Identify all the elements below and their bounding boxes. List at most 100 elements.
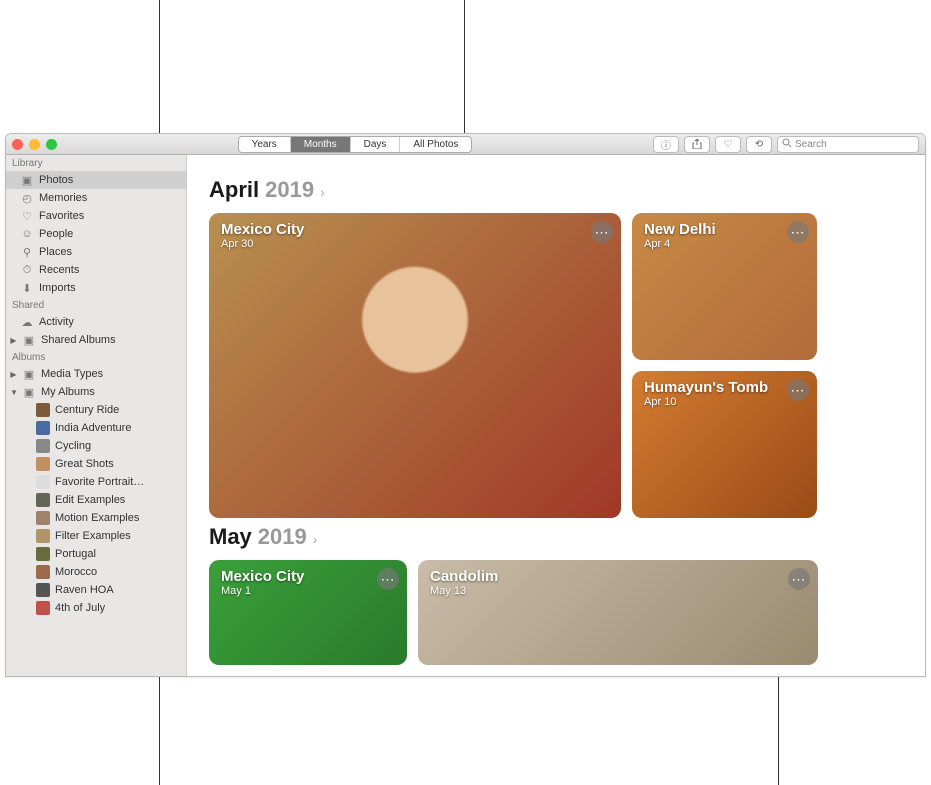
card-label: CandolimMay 13 <box>430 568 498 597</box>
sidebar-item-label: Photos <box>39 174 73 186</box>
sidebar-item-media-types[interactable]: ▶▣Media Types <box>6 365 186 383</box>
album-thumbnail-icon <box>36 421 50 435</box>
album-filter-examples[interactable]: Filter Examples <box>6 527 186 545</box>
sidebar-item-label: Favorites <box>39 210 84 222</box>
photo-card[interactable]: Humayun's TombApr 10⋯ <box>632 371 817 518</box>
card-date: Apr 10 <box>644 396 768 408</box>
album-thumbnail-icon <box>36 457 50 471</box>
photos-icon: ▣ <box>20 173 34 187</box>
sidebar-item-label: Places <box>39 246 72 258</box>
sidebar-item-memories[interactable]: ◴Memories <box>6 189 186 207</box>
album-label: 4th of July <box>55 602 105 614</box>
main-content: April2019›Mexico CityApr 30⋯New DelhiApr… <box>187 155 925 676</box>
month-header[interactable]: May2019› <box>209 524 903 550</box>
share-button[interactable] <box>684 136 710 153</box>
album-thumbnail-icon <box>36 439 50 453</box>
tab-all-photos[interactable]: All Photos <box>400 137 471 152</box>
album-edit-examples[interactable]: Edit Examples <box>6 491 186 509</box>
more-button[interactable]: ⋯ <box>788 568 810 590</box>
photo-grid: Mexico CityApr 30⋯New DelhiApr 4⋯Humayun… <box>209 213 903 518</box>
album-label: Filter Examples <box>55 530 131 542</box>
month-label: April <box>209 177 259 203</box>
sidebar-item-label: Recents <box>39 264 79 276</box>
folder-icon: ▣ <box>22 385 36 399</box>
sidebar-item-shared-albums[interactable]: ▶ ▣ Shared Albums <box>6 331 186 349</box>
album-century-ride[interactable]: Century Ride <box>6 401 186 419</box>
chevron-right-icon: › <box>320 184 325 200</box>
card-label: Mexico CityApr 30 <box>221 221 304 250</box>
album-thumbnail-icon <box>36 547 50 561</box>
clock-icon: ◴ <box>20 191 34 205</box>
album-label: Portugal <box>55 548 96 560</box>
album-great-shots[interactable]: Great Shots <box>6 455 186 473</box>
album-thumbnail-icon <box>36 529 50 543</box>
zoom-button[interactable] <box>46 139 57 150</box>
card-date: May 13 <box>430 585 498 597</box>
sidebar-item-recents[interactable]: ⏱ Recents <box>6 261 186 279</box>
sidebar-item-photos[interactable]: ▣ Photos <box>6 171 186 189</box>
search-icon <box>782 138 792 151</box>
album-morocco[interactable]: Morocco <box>6 563 186 581</box>
close-button[interactable] <box>12 139 23 150</box>
search-placeholder: Search <box>795 139 827 150</box>
chevron-right-icon: › <box>313 531 318 547</box>
disclosure-triangle-icon[interactable]: ▶ <box>10 336 17 345</box>
search-field[interactable]: Search <box>777 136 919 153</box>
album-raven-hoa[interactable]: Raven HOA <box>6 581 186 599</box>
album-motion-examples[interactable]: Motion Examples <box>6 509 186 527</box>
sidebar: Library ▣ Photos ◴Memories♡Favorites☺People… <box>6 155 187 676</box>
tab-months[interactable]: Months <box>291 137 351 152</box>
rotate-button[interactable]: ⟲ <box>746 136 772 153</box>
sidebar-item-places[interactable]: ⚲ Places <box>6 243 186 261</box>
album-cycling[interactable]: Cycling <box>6 437 186 455</box>
info-button[interactable]: ⓘ <box>653 136 679 153</box>
sidebar-item-label: Media Types <box>41 368 103 380</box>
album-thumbnail-icon <box>36 583 50 597</box>
disclosure-triangle-icon[interactable]: ▼ <box>10 388 17 397</box>
more-button[interactable]: ⋯ <box>787 221 809 243</box>
card-title: Mexico City <box>221 221 304 238</box>
folder-icon: ▣ <box>22 333 36 347</box>
sidebar-item-label: My Albums <box>41 386 95 398</box>
minimize-button[interactable] <box>29 139 40 150</box>
album-india-adventure[interactable]: India Adventure <box>6 419 186 437</box>
sidebar-item-imports[interactable]: ⬇Imports <box>6 279 186 297</box>
recent-icon: ⏱ <box>20 263 34 277</box>
photo-card[interactable]: New DelhiApr 4 ⋯ <box>632 213 817 360</box>
sidebar-item-label: Shared Albums <box>41 334 116 346</box>
more-button[interactable]: ⋯ <box>591 221 613 243</box>
sidebar-section-shared: Shared <box>6 297 186 313</box>
card-label: Mexico CityMay 1 <box>221 568 304 597</box>
app-window: YearsMonthsDaysAll Photos ⓘ ♡ ⟲ Search L… <box>5 133 926 677</box>
tab-years[interactable]: Years <box>239 137 291 152</box>
album-4th-of-july[interactable]: 4th of July <box>6 599 186 617</box>
tab-days[interactable]: Days <box>351 137 401 152</box>
sidebar-section-library: Library <box>6 155 186 171</box>
more-button[interactable]: ⋯ <box>377 568 399 590</box>
card-label: New DelhiApr 4 <box>644 221 716 250</box>
import-icon: ⬇ <box>20 281 34 295</box>
year-label: 2019 <box>265 177 314 203</box>
disclosure-triangle-icon[interactable]: ▶ <box>10 370 17 379</box>
card-title: Candolim <box>430 568 498 585</box>
year-label: 2019 <box>258 524 307 550</box>
album-thumbnail-icon <box>36 403 50 417</box>
photo-card[interactable]: CandolimMay 13 ⋯ <box>418 560 818 665</box>
sidebar-item-people[interactable]: ☺People <box>6 225 186 243</box>
album-thumbnail-icon <box>36 511 50 525</box>
album-label: India Adventure <box>55 422 131 434</box>
album-label: Edit Examples <box>55 494 125 506</box>
album-favorite-portrait-[interactable]: Favorite Portrait… <box>6 473 186 491</box>
card-date: Apr 30 <box>221 238 304 250</box>
month-header[interactable]: April2019 › <box>209 177 903 203</box>
sidebar-item-activity[interactable]: ☁Activity <box>6 313 186 331</box>
album-portugal[interactable]: Portugal <box>6 545 186 563</box>
pin-icon: ⚲ <box>20 245 34 259</box>
favorite-button[interactable]: ♡ <box>715 136 741 153</box>
sidebar-item-my-albums[interactable]: ▼ ▣ My Albums <box>6 383 186 401</box>
album-label: Morocco <box>55 566 97 578</box>
more-button[interactable]: ⋯ <box>787 379 809 401</box>
sidebar-item-favorites[interactable]: ♡Favorites <box>6 207 186 225</box>
photo-card[interactable]: Mexico CityMay 1 ⋯ <box>209 560 407 665</box>
photo-card[interactable]: Mexico CityApr 30 ⋯ <box>209 213 621 518</box>
